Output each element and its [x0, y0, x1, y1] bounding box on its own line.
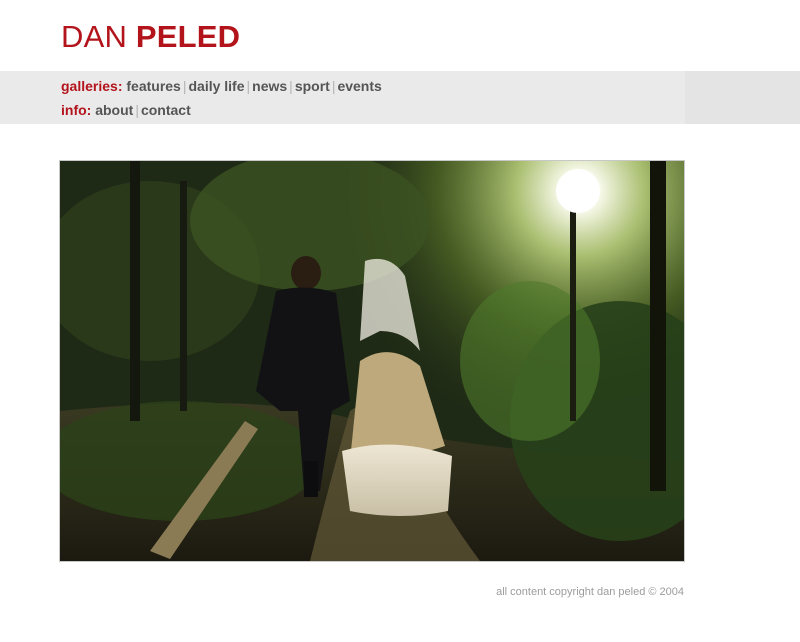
nav-link-contact[interactable]: contact [141, 102, 191, 118]
nav-separator: | [331, 78, 336, 94]
nav-link-features[interactable]: features [126, 78, 180, 94]
nav-separator: | [246, 78, 251, 94]
logo-first-name: DAN [61, 19, 128, 54]
page: DAN PELED galleries: features | daily life… [0, 0, 800, 642]
nav-separator: | [182, 78, 187, 94]
nav-link-sport[interactable]: sport [295, 78, 330, 94]
featured-photo [59, 160, 685, 562]
info-label: info: [61, 102, 92, 118]
nav-separator: | [135, 102, 139, 118]
nav-link-about[interactable]: about [95, 102, 133, 118]
nav-separator: | [289, 78, 293, 94]
site-logo[interactable]: DAN PELED [61, 19, 240, 55]
copyright-notice: all content copyright dan peled © 2004 [496, 586, 684, 598]
nav-link-news[interactable]: news [252, 78, 287, 94]
galleries-nav: galleries: features | daily life | news | spor… [61, 77, 382, 95]
nav-link-events[interactable]: events [337, 78, 381, 94]
nav-link-daily-life[interactable]: daily life [188, 78, 244, 94]
wedding-photo-illustration [60, 161, 684, 561]
logo-last-name: PELED [135, 19, 241, 54]
galleries-label: galleries: [61, 78, 123, 94]
info-nav: info: about | contact [61, 101, 191, 119]
nav-band-extension [685, 71, 800, 124]
